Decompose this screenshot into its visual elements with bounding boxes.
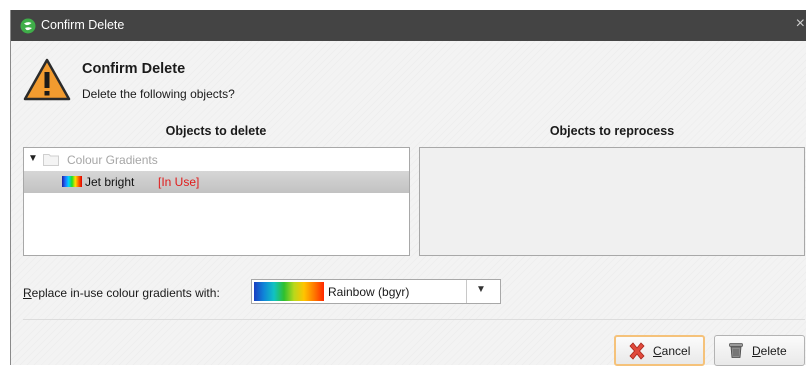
confirm-delete-dialog: Confirm Delete × Confirm Delete Delete t… xyxy=(10,10,806,366)
in-use-badge: [In Use] xyxy=(158,175,200,189)
chevron-down-icon[interactable]: ▼ xyxy=(476,284,486,295)
folder-icon xyxy=(43,154,59,166)
tree-item-label: Jet bright xyxy=(85,175,135,189)
cancel-button[interactable]: Cancel xyxy=(614,335,705,366)
objects-to-reprocess-heading: Objects to reprocess xyxy=(549,124,675,138)
expand-arrow-icon[interactable]: ▼ xyxy=(28,153,38,164)
trash-icon xyxy=(729,343,743,358)
app-icon xyxy=(20,18,36,34)
replace-gradient-value: Rainbow (bgyr) xyxy=(328,285,410,299)
replace-gradient-select[interactable]: Rainbow (bgyr) ▼ xyxy=(251,279,501,304)
tree-item-colour-gradients[interactable]: ▼ Colour Gradients xyxy=(24,149,409,171)
tree-item-label: Colour Gradients xyxy=(67,153,158,167)
rainbow-gradient-swatch xyxy=(254,282,324,301)
delete-button-label: Delete xyxy=(752,344,787,358)
gradient-swatch-icon xyxy=(62,176,82,187)
header-title: Confirm Delete xyxy=(82,61,186,77)
replace-gradient-label: Replace in-use colour gradients with: xyxy=(23,286,220,300)
objects-to-reprocess-list xyxy=(419,147,805,256)
objects-to-delete-tree[interactable]: ▼ Colour Gradients Jet bright [In Use] xyxy=(23,147,410,256)
dialog-body: Confirm Delete Delete the following obje… xyxy=(11,41,806,366)
header-subtitle: Delete the following objects? xyxy=(82,87,235,101)
window-title: Confirm Delete xyxy=(41,18,125,32)
replace-gradient-label-rest: eplace in-use colour gradients with: xyxy=(31,286,220,300)
delete-button[interactable]: Delete xyxy=(714,335,805,366)
tree-item-jet-bright[interactable]: Jet bright [In Use] xyxy=(24,171,409,193)
objects-to-delete-heading: Objects to delete xyxy=(165,124,267,138)
footer-divider xyxy=(23,319,805,320)
cancel-button-label: Cancel xyxy=(653,344,691,358)
title-bar[interactable]: Confirm Delete × xyxy=(11,10,806,41)
combo-separator xyxy=(466,280,467,303)
cancel-icon xyxy=(629,342,645,360)
warning-icon xyxy=(23,58,71,101)
close-icon[interactable]: × xyxy=(796,15,805,33)
